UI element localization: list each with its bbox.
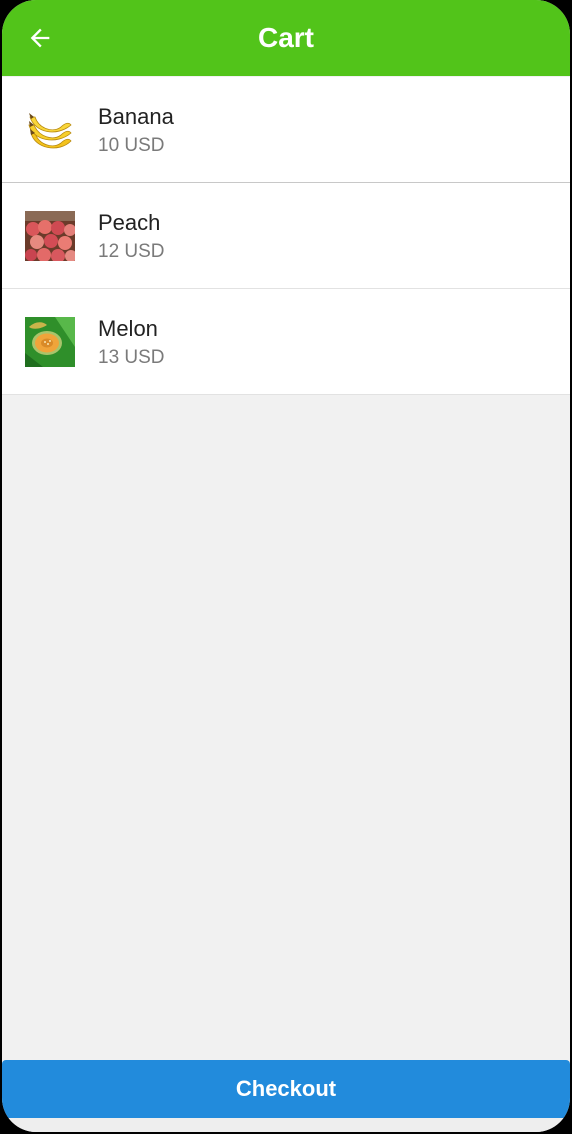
cart-item-peach[interactable]: Peach 12 USD	[2, 183, 570, 289]
page-title: Cart	[257, 22, 314, 53]
bottom-bar	[2, 1118, 570, 1132]
item-price: 12 USD	[98, 241, 165, 262]
melon-image	[25, 317, 75, 367]
cart-screen: Cart Banana 10 USD Peach 12 USD Melon 13…	[2, 0, 570, 1132]
item-name: Melon	[98, 316, 158, 341]
banana-image	[25, 105, 75, 155]
checkout-button[interactable]: Checkout	[2, 1060, 570, 1118]
cart-item-banana[interactable]: Banana 10 USD	[2, 77, 570, 183]
item-name: Banana	[98, 104, 174, 129]
app-bar: Cart	[2, 0, 570, 76]
cart-list: Banana 10 USD Peach 12 USD Melon 13 USD	[2, 77, 570, 395]
item-name: Peach	[98, 210, 161, 235]
cart-item-melon[interactable]: Melon 13 USD	[2, 289, 570, 395]
item-price: 10 USD	[98, 135, 165, 156]
peach-image	[25, 211, 75, 261]
item-price: 13 USD	[98, 347, 165, 368]
